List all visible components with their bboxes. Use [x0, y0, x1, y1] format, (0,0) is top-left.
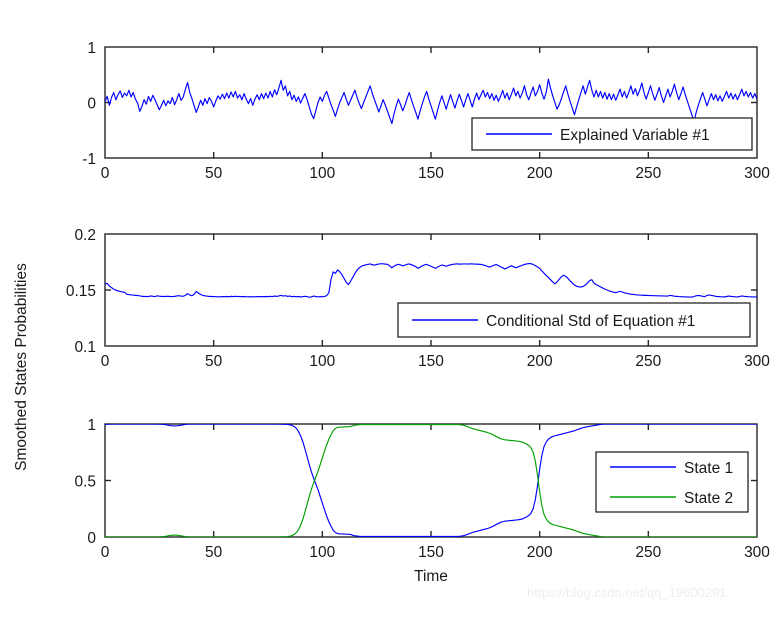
y-tick-label: 1 [87, 417, 96, 434]
x-tick-label: 150 [418, 353, 444, 370]
legend-panel-explained-variable[interactable]: Explained Variable #1 [471, 117, 753, 151]
watermark-label: https://blog.csdn.net/qq_19600291 [527, 585, 727, 600]
legend-panel-conditional-std[interactable]: Conditional Std of Equation #1 [397, 302, 751, 338]
legend-entry-label: State 2 [684, 490, 733, 507]
x-tick-label: 250 [635, 353, 661, 370]
figure-svg: 0 50 100 150 200 250 300-101Explained Variable… [0, 0, 781, 619]
y-tick-label: 0 [87, 530, 96, 547]
x-tick-label: 300 [744, 165, 770, 182]
x-tick-label: 50 [205, 544, 223, 561]
x-tick-label: 200 [527, 353, 553, 370]
y-tick-label: 1 [87, 40, 96, 57]
legend-entry-label: Explained Variable #1 [560, 127, 710, 144]
y-tick-label: 0.15 [66, 283, 96, 300]
x-axis-label: Time [414, 568, 448, 585]
x-tick-label: 200 [527, 544, 553, 561]
legend-entry-label: State 1 [684, 460, 733, 477]
x-tick-label: 250 [635, 165, 661, 182]
y-tick-label: -1 [82, 151, 96, 168]
x-tick-label: 100 [309, 165, 335, 182]
x-tick-label: 250 [635, 544, 661, 561]
legend-entry-label: Conditional Std of Equation #1 [486, 313, 695, 330]
x-tick-label: 200 [527, 165, 553, 182]
legend-panel-smoothed-states[interactable]: State 1 State 2 [595, 451, 749, 513]
x-tick-label: 0 [101, 544, 110, 561]
x-tick-label: 100 [309, 544, 335, 561]
matlab-figure-canvas: 0 50 100 150 200 250 300 -1 0 1 Explained Variable… [0, 0, 781, 619]
x-tick-label: 50 [205, 165, 223, 182]
x-tick-label: 150 [418, 165, 444, 182]
x-tick-label: 0 [101, 165, 110, 182]
x-tick-label: 300 [744, 353, 770, 370]
y-axis-label: Smoothed States Probabilities [13, 263, 30, 471]
x-tick-label: 300 [744, 544, 770, 561]
x-tick-label: 0 [101, 353, 110, 370]
y-tick-label: 0 [87, 96, 96, 113]
x-tick-label: 100 [309, 353, 335, 370]
y-tick-label: 0.5 [74, 474, 96, 491]
y-tick-label: 0.2 [74, 227, 96, 244]
x-tick-label: 150 [418, 544, 444, 561]
y-tick-label: 0.1 [74, 339, 96, 356]
x-tick-label: 50 [205, 353, 223, 370]
